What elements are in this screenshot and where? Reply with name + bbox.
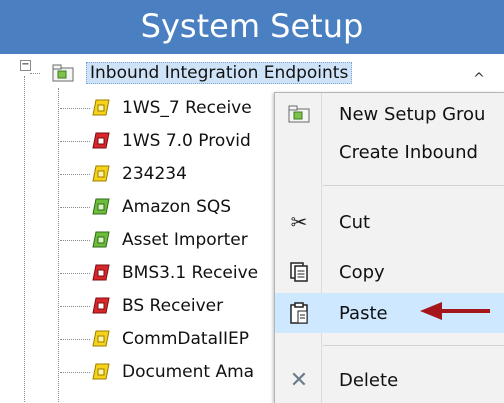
scroll-up-icon[interactable]: ^ — [466, 66, 492, 92]
menu-item-label: Create Inbound — [339, 141, 478, 163]
endpoint-yellow-icon — [92, 363, 110, 380]
menu-item-label: Cut — [339, 211, 371, 233]
panel-title-bar: System Setup — [0, 0, 504, 54]
tree-connector — [24, 76, 25, 402]
tree-item-label: CommDataIIEP — [122, 329, 250, 349]
collapse-toggle-icon[interactable]: − — [20, 60, 31, 71]
context-menu: New Setup Grou Create Inbound ✂ Cut Copy… — [274, 92, 504, 403]
tree-item-label: BS Receiver — [122, 296, 224, 316]
endpoint-red-icon — [92, 297, 110, 314]
clipboard-paste-icon — [288, 302, 310, 324]
menu-item-delete[interactable]: ✕ Delete — [275, 361, 504, 399]
tree-root-label[interactable]: Inbound Integration Endpoints — [86, 62, 353, 84]
endpoint-yellow-icon — [92, 165, 110, 182]
delete-x-icon: ✕ — [289, 367, 309, 393]
menu-separator — [323, 185, 504, 186]
menu-item-label: Copy — [339, 261, 385, 283]
menu-separator — [323, 345, 504, 346]
panel-title: System Setup — [140, 7, 364, 45]
endpoint-yellow-icon — [92, 99, 110, 116]
copy-icon — [288, 261, 310, 283]
tree-item-label: BMS3.1 Receive — [122, 263, 259, 283]
tree-item-label: Document Ama — [122, 362, 255, 382]
tree-item-label: 1WS 7.0 Provid — [122, 131, 251, 151]
menu-item-label: Delete — [339, 369, 399, 391]
tree-item-label: Amazon SQS — [122, 197, 232, 217]
folder-group-icon — [52, 64, 74, 82]
folder-new-icon — [288, 103, 310, 125]
tree-item-label: 234234 — [122, 164, 187, 184]
tree-connector — [58, 88, 59, 402]
menu-item-new-setup-group[interactable]: New Setup Grou — [275, 95, 504, 133]
endpoint-red-icon — [92, 132, 110, 149]
menu-item-create-inbound[interactable]: Create Inbound — [275, 133, 504, 171]
endpoint-yellow-icon — [92, 330, 110, 347]
menu-item-copy[interactable]: Copy — [275, 253, 504, 291]
endpoint-green-icon — [92, 231, 110, 248]
tree-item-label: 1WS_7 Receive — [122, 98, 252, 118]
endpoint-red-icon — [92, 264, 110, 281]
scissors-icon: ✂ — [290, 210, 308, 234]
menu-item-label: Paste — [339, 302, 388, 324]
tree-item-label: Asset Importer — [122, 230, 248, 250]
menu-item-label: New Setup Grou — [339, 103, 486, 125]
tree-connector — [30, 73, 40, 74]
callout-arrow-icon — [420, 302, 490, 320]
menu-item-cut[interactable]: ✂ Cut — [275, 203, 504, 241]
endpoint-green-icon — [92, 198, 110, 215]
